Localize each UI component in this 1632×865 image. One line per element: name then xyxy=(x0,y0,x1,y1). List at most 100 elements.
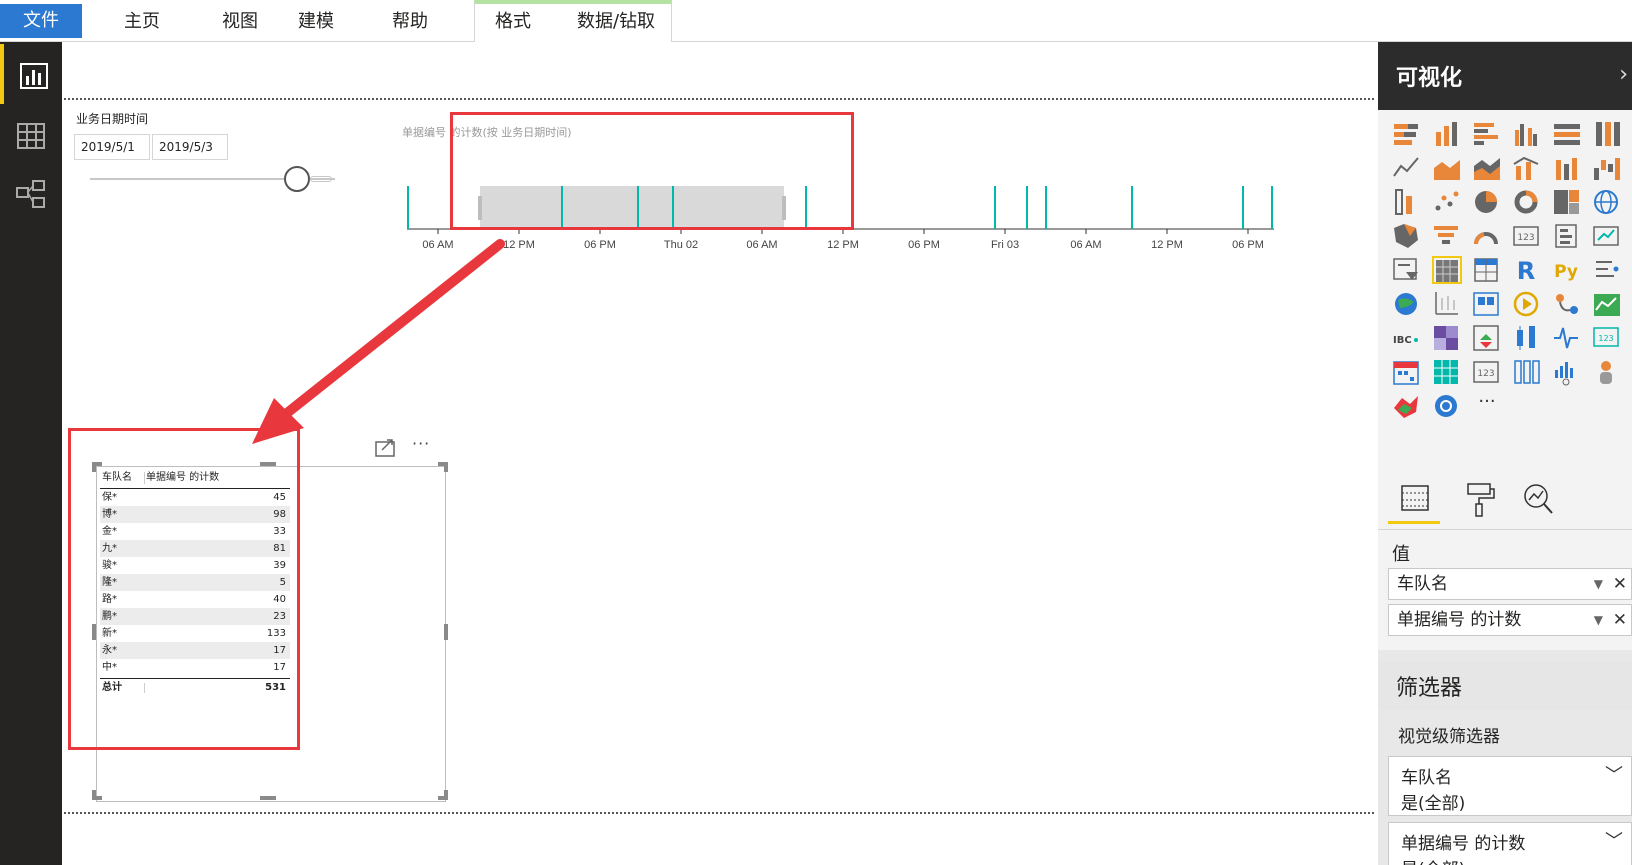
card-icon[interactable]: 123 xyxy=(1512,222,1542,250)
clustered-column-chart-icon[interactable] xyxy=(1512,120,1542,148)
sparkline-icon[interactable] xyxy=(1592,290,1622,318)
key-influencers-icon[interactable] xyxy=(1592,256,1622,284)
filled-map-icon[interactable] xyxy=(1392,222,1422,250)
tab-format[interactable]: 格式 xyxy=(480,0,546,38)
column-list-icon[interactable] xyxy=(1512,358,1542,386)
stacked-area-chart-icon[interactable] xyxy=(1472,154,1502,182)
heatmap-icon[interactable] xyxy=(1432,324,1462,352)
card-123-icon[interactable]: 123 xyxy=(1472,358,1502,386)
slicer-icon[interactable] xyxy=(1392,256,1422,284)
route-map-icon[interactable] xyxy=(1552,290,1582,318)
resize-handle[interactable] xyxy=(444,790,448,800)
multi-row-card-icon[interactable] xyxy=(1552,222,1582,250)
filter-state: 是(全部) xyxy=(1401,855,1465,865)
grid-visual-icon[interactable] xyxy=(1432,358,1462,386)
word-cloud-icon[interactable]: IBC xyxy=(1392,324,1422,352)
page-bottom-border xyxy=(64,812,1374,814)
shape-map-icon[interactable] xyxy=(1472,290,1502,318)
waterfall-chart-icon[interactable] xyxy=(1592,154,1622,182)
card-browser-icon[interactable] xyxy=(1472,324,1502,352)
analytics-tab[interactable] xyxy=(1514,476,1566,524)
line-and-column-chart-icon[interactable] xyxy=(1512,154,1542,182)
timeline-visual-icon[interactable] xyxy=(1552,358,1582,386)
data-view-button[interactable] xyxy=(0,106,62,166)
resize-handle[interactable] xyxy=(444,462,448,472)
stacked-bar-chart-icon[interactable] xyxy=(1392,120,1422,148)
model-view-button[interactable] xyxy=(0,166,62,226)
tab-view[interactable]: 视图 xyxy=(210,0,270,38)
report-view-button[interactable] xyxy=(0,44,62,104)
fields-tab[interactable] xyxy=(1388,476,1440,524)
matrix-icon[interactable] xyxy=(1472,256,1502,284)
scatter-chart-icon[interactable] xyxy=(1432,188,1462,216)
more-visuals-button[interactable]: ··· xyxy=(1472,392,1502,420)
more-options-button[interactable]: ··· xyxy=(412,434,430,453)
pie-chart-icon[interactable] xyxy=(1472,188,1502,216)
area-chart-icon[interactable] xyxy=(1432,154,1462,182)
tab-help[interactable]: 帮助 xyxy=(380,0,440,38)
100-stacked-bar-icon[interactable] xyxy=(1552,120,1582,148)
slicer-title: 业务日期时间 xyxy=(76,112,149,126)
gauge-icon[interactable] xyxy=(1472,222,1502,250)
kpi-icon[interactable] xyxy=(1592,222,1622,250)
line-chart-icon[interactable] xyxy=(1392,154,1422,182)
left-nav xyxy=(0,42,62,865)
remove-field-icon[interactable]: ✕ xyxy=(1613,569,1627,599)
map-icon[interactable] xyxy=(1592,188,1622,216)
tab-home[interactable]: 主页 xyxy=(112,0,172,38)
resize-handle[interactable] xyxy=(92,796,102,800)
resize-handle[interactable] xyxy=(444,624,448,640)
timeline-tick-label: 06 AM xyxy=(746,239,777,251)
table-visual-icon-selected[interactable] xyxy=(1432,256,1462,284)
chevron-down-icon[interactable]: ﹀ xyxy=(1605,761,1623,787)
treemap-icon[interactable] xyxy=(1552,188,1582,216)
ribbon-chart-icon[interactable] xyxy=(1552,154,1582,182)
collapse-pane-icon[interactable]: › xyxy=(1619,62,1628,87)
timeline-tick-label: Fri 03 xyxy=(991,239,1019,251)
report-canvas[interactable]: 业务日期时间 2019/5/1 2019/5/3 单据编号 的计数(按 业务日期… xyxy=(62,42,1378,865)
python-visual-icon[interactable]: Py xyxy=(1552,256,1582,284)
person-visual-icon[interactable] xyxy=(1592,358,1622,386)
chevron-down-icon[interactable]: ﹀ xyxy=(1605,827,1623,853)
pane-tabs xyxy=(1378,470,1632,530)
filter-card-team[interactable]: 车队名 是(全部) ﹀ xyxy=(1388,756,1632,816)
field-name: 单据编号 的计数 xyxy=(1397,610,1522,630)
field-dropdown-icon[interactable]: ▼ xyxy=(1594,605,1603,635)
timeline-tick-label: 06 PM xyxy=(584,239,616,251)
clustered-bar-chart-icon[interactable] xyxy=(1472,120,1502,148)
play-axis-icon[interactable] xyxy=(1512,290,1542,318)
tab-data-drill[interactable]: 数据/钻取 xyxy=(562,0,670,38)
timeline-tick-label: Thu 02 xyxy=(664,239,698,251)
donut-chart-icon[interactable] xyxy=(1512,188,1542,216)
slicer-track-end xyxy=(310,176,332,182)
focus-mode-icon[interactable] xyxy=(374,438,398,458)
calendar-visual-icon[interactable] xyxy=(1392,358,1422,386)
field-dropdown-icon[interactable]: ▼ xyxy=(1594,569,1603,599)
filter-card-count[interactable]: 单据编号 的计数 是(全部) ﹀ xyxy=(1388,822,1632,865)
slicer-end-date[interactable]: 2019/5/3 xyxy=(152,134,228,160)
pulse-chart-icon[interactable] xyxy=(1552,324,1582,352)
funnel-icon[interactable] xyxy=(1432,222,1462,250)
format-tab[interactable] xyxy=(1454,476,1506,524)
tab-file[interactable]: 文件 xyxy=(0,4,82,38)
resize-handle[interactable] xyxy=(260,796,276,800)
tab-modeling[interactable]: 建模 xyxy=(286,0,346,38)
100-stacked-column-icon[interactable] xyxy=(1592,120,1622,148)
scatter-axis-icon[interactable] xyxy=(1432,290,1462,318)
stacked-column-chart-icon[interactable] xyxy=(1432,120,1462,148)
remove-field-icon[interactable]: ✕ xyxy=(1613,605,1627,635)
box-plot-icon[interactable] xyxy=(1512,324,1542,352)
filters-section: 筛选器 xyxy=(1378,662,1632,710)
field-well-count[interactable]: 单据编号 的计数 ▼ ✕ xyxy=(1388,604,1632,636)
pane-title: 可视化 xyxy=(1396,66,1463,91)
visual-level-filters-label: 视觉级筛选器 xyxy=(1398,727,1500,747)
slicer-handle[interactable] xyxy=(284,166,310,192)
r-script-visual-icon[interactable]: R xyxy=(1512,256,1542,284)
funnel-bars-icon[interactable] xyxy=(1392,188,1422,216)
arcgis-map-icon[interactable] xyxy=(1392,290,1422,318)
chiclet-card-icon[interactable]: 123 xyxy=(1592,324,1622,352)
slicer-start-date[interactable]: 2019/5/1 xyxy=(74,134,150,160)
field-well-team[interactable]: 车队名 ▼ ✕ xyxy=(1388,568,1632,600)
synoptic-map-icon[interactable] xyxy=(1392,392,1422,420)
custom-visual-icon[interactable] xyxy=(1432,392,1462,420)
